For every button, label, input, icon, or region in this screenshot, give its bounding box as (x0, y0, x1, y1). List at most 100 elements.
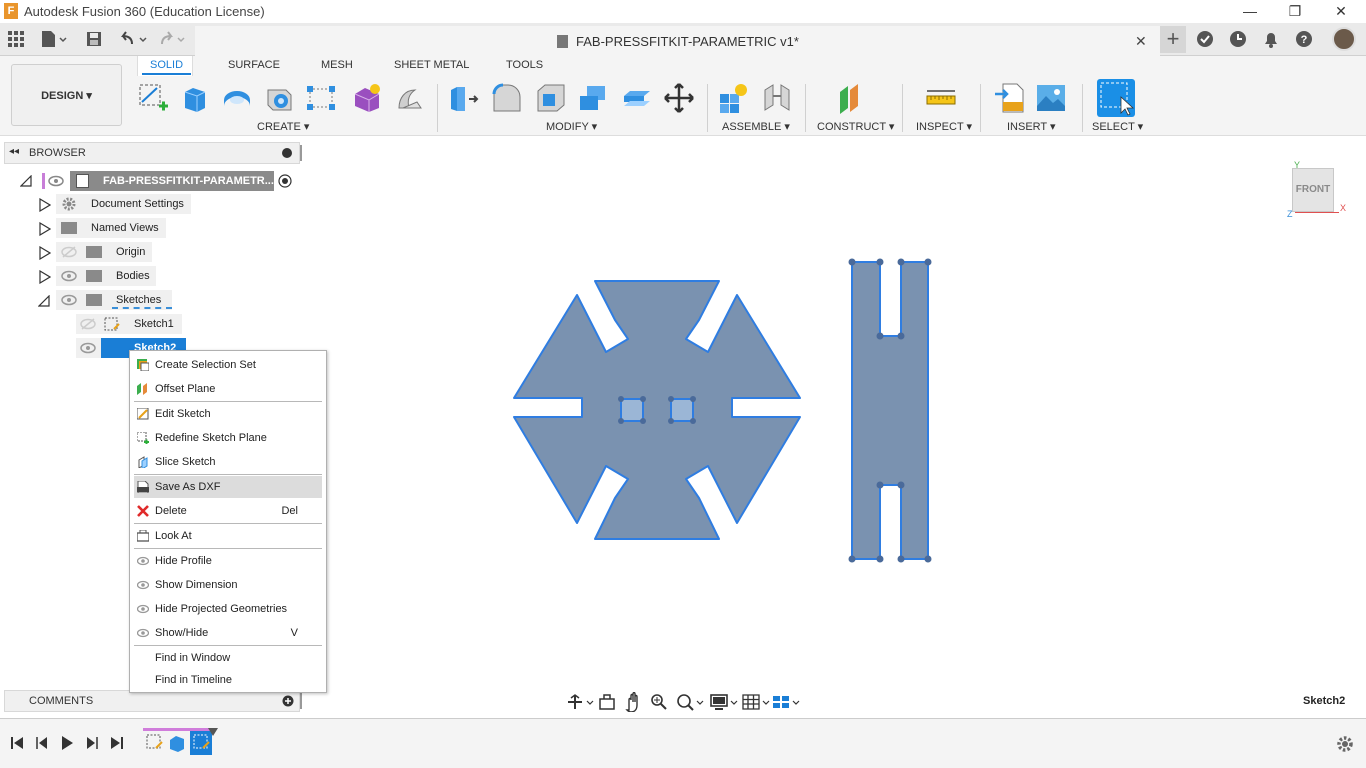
visibility-eye-icon[interactable] (61, 270, 77, 282)
document-tab[interactable]: FAB-PRESSFITKIT-PARAMETRIC v1* ✕ (195, 26, 1160, 57)
root-component-row[interactable]: FAB-PRESSFITKIT-PARAMETR... (70, 171, 274, 191)
user-avatar[interactable] (1332, 27, 1356, 51)
shell-icon[interactable] (535, 82, 567, 114)
menu-item-offset-plane[interactable]: Offset Plane (134, 378, 322, 400)
fillet-icon[interactable] (491, 82, 523, 114)
job-status-icon[interactable] (1196, 30, 1214, 48)
browser-drag-handle[interactable] (300, 145, 302, 161)
combine-icon[interactable] (577, 82, 609, 114)
menu-item-slice-sketch[interactable]: Slice Sketch (134, 451, 322, 473)
select-group-label[interactable]: SELECT ▾ (1092, 120, 1143, 133)
viewcube-front-face[interactable]: FRONT (1292, 168, 1334, 212)
menu-item-redefine-sketch-plane[interactable]: Redefine Sketch Plane (134, 427, 322, 449)
inspect-group-label[interactable]: INSPECT ▾ (916, 120, 972, 133)
menu-item-find-in-window[interactable]: Find in Window (134, 647, 322, 669)
assemble-group-label[interactable]: ASSEMBLE ▾ (722, 120, 790, 133)
fit-zoom-icon[interactable] (676, 693, 704, 711)
pattern-icon[interactable] (305, 82, 337, 114)
tree-row-document-settings[interactable]: Document Settings (56, 194, 191, 214)
zoom-icon[interactable] (650, 693, 668, 711)
menu-item-hide-projected-geometries[interactable]: Hide Projected Geometries (134, 598, 322, 620)
tab-solid[interactable]: SOLID (142, 59, 192, 75)
collapse-triangle-icon[interactable] (38, 295, 50, 307)
timeline-sketch1-icon[interactable] (146, 734, 164, 752)
comments-drag-handle[interactable] (300, 693, 302, 709)
display-settings-icon[interactable] (710, 693, 738, 711)
offset-plane-icon[interactable] (836, 82, 868, 114)
go-to-end-icon[interactable] (110, 736, 124, 750)
tree-row-sketch1[interactable]: Sketch1 (76, 314, 182, 334)
create-group-label[interactable]: CREATE ▾ (257, 120, 309, 133)
tab-tools[interactable]: TOOLS (506, 59, 543, 71)
insert-svg-icon[interactable] (993, 82, 1025, 114)
go-to-start-icon[interactable] (10, 736, 24, 750)
menu-item-create-selection-set[interactable]: Create Selection Set (134, 354, 322, 376)
expand-triangle-icon[interactable] (39, 270, 51, 284)
measure-icon[interactable] (925, 82, 957, 114)
move-copy-icon[interactable] (663, 82, 695, 114)
close-document-tab-button[interactable]: ✕ (1135, 33, 1147, 50)
menu-item-look-at[interactable]: Look At (134, 525, 322, 547)
clock-icon[interactable] (1229, 30, 1247, 48)
step-forward-icon[interactable] (85, 736, 99, 750)
undo-icon[interactable] (118, 30, 148, 48)
data-panel-grid-icon[interactable] (8, 31, 24, 47)
design-canvas[interactable] (500, 250, 950, 570)
modify-group-label[interactable]: MODIFY ▾ (546, 120, 597, 133)
hexagon-sketch-profile[interactable] (513, 280, 801, 540)
insert-group-label[interactable]: INSERT ▾ (1007, 120, 1056, 133)
hidden-eye-icon[interactable] (61, 246, 77, 258)
close-window-button[interactable]: ✕ (1326, 2, 1356, 20)
menu-item-delete[interactable]: Delete Del (134, 500, 322, 522)
save-icon[interactable] (86, 31, 102, 47)
collapse-triangle-icon[interactable] (20, 175, 32, 187)
look-at-icon[interactable] (598, 693, 616, 711)
create-form-icon[interactable] (351, 82, 383, 114)
revolve-icon[interactable] (221, 82, 253, 114)
tree-row-origin[interactable]: Origin (56, 242, 152, 262)
extrude-icon[interactable] (179, 82, 211, 114)
tab-surface[interactable]: SURFACE (228, 59, 280, 71)
expand-triangle-icon[interactable] (39, 246, 51, 260)
expand-triangle-icon[interactable] (39, 222, 51, 236)
menu-item-edit-sketch[interactable]: Edit Sketch (134, 403, 322, 425)
tree-row-sketches[interactable]: Sketches (56, 290, 172, 310)
redo-icon[interactable] (158, 30, 188, 48)
menu-item-save-as-dxf[interactable]: Save As DXF (134, 476, 322, 498)
menu-item-find-in-timeline[interactable]: Find in Timeline (134, 669, 322, 691)
visibility-eye-icon[interactable] (80, 342, 96, 354)
create-sketch-icon[interactable] (137, 82, 169, 114)
help-icon[interactable]: ? (1295, 30, 1313, 48)
derive-icon[interactable] (393, 82, 425, 114)
menu-item-show-dimension[interactable]: Show Dimension (134, 574, 322, 596)
workspace-switcher-button[interactable]: DESIGN ▾ (11, 64, 122, 126)
menu-item-show-hide[interactable]: Show/Hide V (134, 622, 322, 644)
viewcube[interactable]: Y X Z FRONT (1284, 156, 1354, 222)
play-icon[interactable] (60, 735, 74, 751)
hidden-eye-icon[interactable] (80, 318, 96, 330)
joint-icon[interactable] (761, 82, 793, 114)
new-component-icon[interactable] (717, 82, 749, 114)
browser-panel-header[interactable]: ◂◂ BROWSER (4, 142, 302, 164)
construct-group-label[interactable]: CONSTRUCT ▾ (817, 120, 894, 133)
tree-row-named-views[interactable]: Named Views (56, 218, 166, 238)
tab-sheet-metal[interactable]: SHEET METAL (394, 59, 469, 71)
notifications-bell-icon[interactable] (1262, 30, 1280, 48)
replace-face-icon[interactable] (621, 82, 653, 114)
file-menu-icon[interactable] (41, 30, 67, 48)
grid-settings-icon[interactable] (742, 693, 770, 711)
square-hole-left[interactable] (620, 398, 644, 422)
press-pull-icon[interactable] (447, 82, 479, 114)
expand-triangle-icon[interactable] (39, 198, 51, 212)
minimize-button[interactable]: — (1235, 2, 1265, 20)
new-tab-button[interactable]: + (1160, 26, 1186, 53)
step-back-icon[interactable] (35, 736, 49, 750)
tree-row-bodies[interactable]: Bodies (56, 266, 156, 286)
timeline-marker-icon[interactable] (207, 727, 219, 737)
sweep-icon[interactable] (263, 82, 295, 114)
select-tool-icon[interactable] (1097, 79, 1135, 117)
viewports-icon[interactable] (772, 693, 800, 711)
restore-button[interactable]: ❐ (1280, 2, 1310, 20)
visibility-eye-icon[interactable] (61, 294, 77, 306)
pan-hand-icon[interactable] (624, 692, 642, 712)
